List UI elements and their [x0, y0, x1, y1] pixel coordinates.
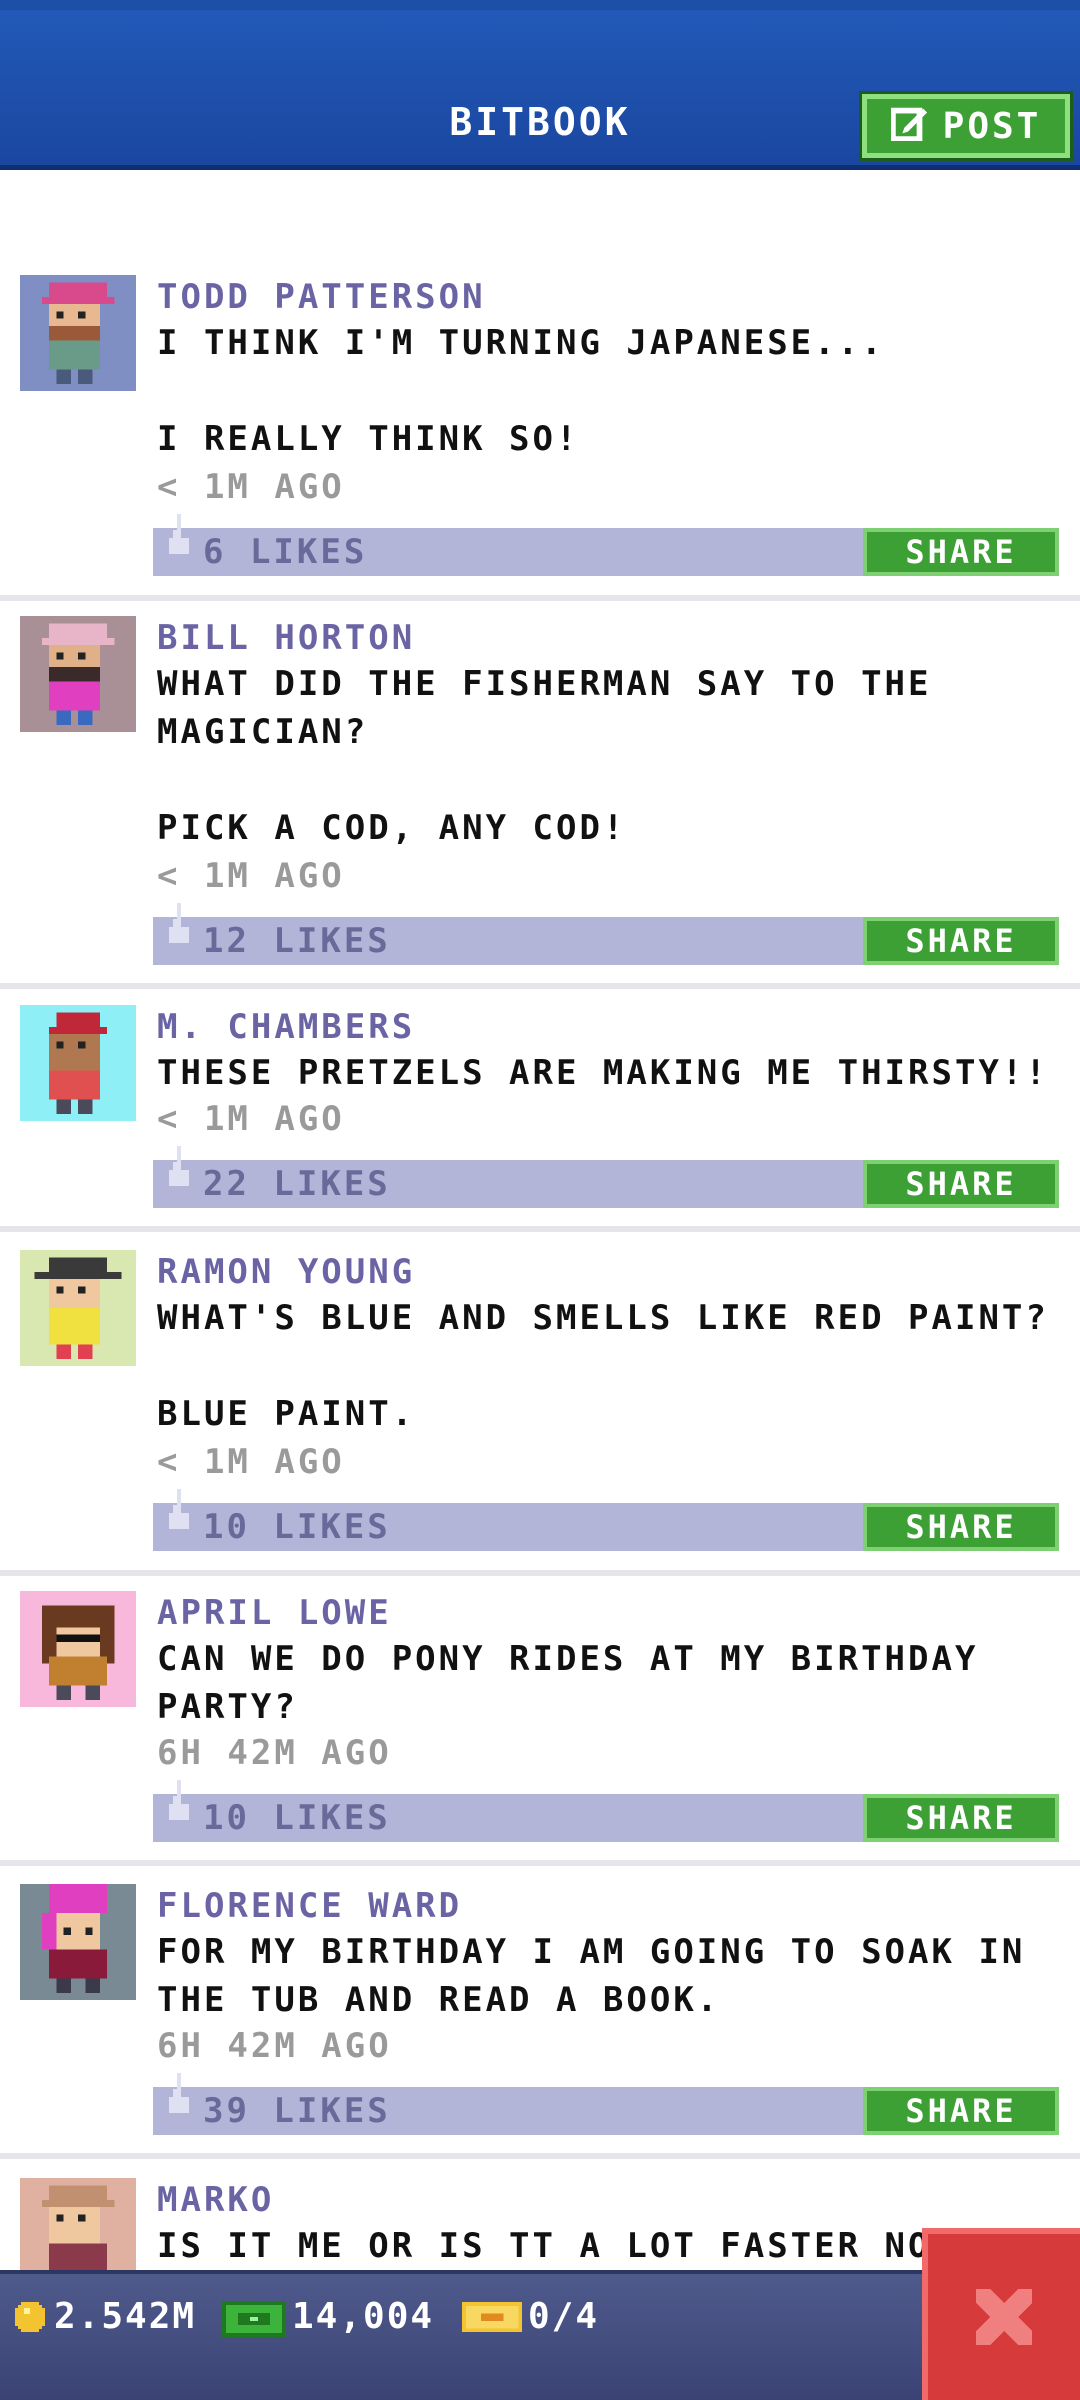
post-time: < 1M AGO	[157, 467, 345, 507]
avatar[interactable]	[20, 1250, 136, 1366]
avatar[interactable]	[20, 275, 136, 391]
like-count: 10 LIKES	[203, 1798, 391, 1838]
like-count: 6 LIKES	[203, 532, 368, 572]
post-author[interactable]: RAMON YOUNG	[157, 1250, 415, 1294]
coins-value: 2.542M	[54, 2296, 197, 2337]
post-button[interactable]: POST	[862, 94, 1070, 158]
like-count: 39 LIKES	[203, 2091, 391, 2131]
divider	[0, 595, 1080, 601]
post-author[interactable]: MARKO	[157, 2178, 274, 2222]
thumbs-up-icon[interactable]	[165, 514, 193, 574]
divider	[0, 1570, 1080, 1576]
post-text: CAN WE DO PONY RIDES AT MY BIRTHDAY PART…	[157, 1639, 979, 1727]
share-button[interactable]: SHARE	[863, 2087, 1059, 2135]
post-text: I THINK I'M TURNING JAPANESE... I REALLY…	[157, 323, 885, 459]
divider	[0, 2153, 1080, 2159]
divider	[0, 1860, 1080, 1866]
post-time: 6H 42M AGO	[157, 1733, 392, 1773]
post-author[interactable]: M. CHAMBERS	[157, 1005, 415, 1049]
news-feed[interactable]: TODD PATTERSON I THINK I'M TURNING JAPAN…	[0, 170, 1080, 2270]
post-button-label: POST	[942, 105, 1042, 147]
thumbs-up-icon[interactable]	[165, 903, 193, 963]
app-header: BITBOOK POST	[0, 0, 1080, 170]
like-bar: 10 LIKES SHARE	[153, 1489, 1059, 1551]
thumbs-up-icon[interactable]	[165, 1146, 193, 1206]
bux-icon	[222, 2300, 286, 2337]
like-bar: 10 LIKES SHARE	[153, 1780, 1059, 1842]
like-count: 12 LIKES	[203, 921, 391, 961]
post-author[interactable]: FLORENCE WARD	[157, 1884, 462, 1928]
bux-value: 14,004	[292, 2296, 435, 2337]
divider	[0, 983, 1080, 989]
avatar[interactable]	[20, 1591, 136, 1707]
share-button[interactable]: SHARE	[863, 917, 1059, 965]
avatar[interactable]	[20, 2178, 136, 2270]
ticket-icon	[462, 2301, 522, 2332]
like-bar: 6 LIKES SHARE	[153, 514, 1059, 576]
share-button[interactable]: SHARE	[863, 1160, 1059, 1208]
divider	[0, 1226, 1080, 1232]
share-button[interactable]: SHARE	[863, 1794, 1059, 1842]
post-text: FOR MY BIRTHDAY I AM GOING TO SOAK IN TH…	[157, 1932, 1026, 2020]
status-bar: 2.542M 14,004 0/4	[0, 2270, 1080, 2400]
avatar[interactable]	[20, 616, 136, 732]
like-count: 10 LIKES	[203, 1507, 391, 1547]
edit-icon	[889, 103, 929, 150]
thumbs-up-icon[interactable]	[165, 1780, 193, 1840]
tickets-value: 0/4	[528, 2296, 600, 2337]
post-time: 6H 42M AGO	[157, 2026, 392, 2066]
post-author[interactable]: BILL HORTON	[157, 616, 415, 660]
avatar[interactable]	[20, 1884, 136, 2000]
post-time: < 1M AGO	[157, 1442, 345, 1482]
post-time: < 1M AGO	[157, 1099, 345, 1139]
like-bar: 12 LIKES SHARE	[153, 903, 1059, 965]
post-author[interactable]: APRIL LOWE	[157, 1591, 392, 1635]
share-button[interactable]: SHARE	[863, 1503, 1059, 1551]
like-count: 22 LIKES	[203, 1164, 391, 1204]
post-text: THESE PRETZELS ARE MAKING ME THIRSTY!!	[157, 1053, 1049, 1093]
avatar[interactable]	[20, 1005, 136, 1121]
like-bar: 22 LIKES SHARE	[153, 1146, 1059, 1208]
post-text: WHAT'S BLUE AND SMELLS LIKE RED PAINT? B…	[157, 1298, 1049, 1434]
close-icon	[976, 2289, 1032, 2345]
close-button[interactable]	[922, 2228, 1080, 2400]
post-time: < 1M AGO	[157, 856, 345, 896]
post-text: WHAT DID THE FISHERMAN SAY TO THE MAGICI…	[157, 664, 932, 848]
thumbs-up-icon[interactable]	[165, 2073, 193, 2133]
tickets-stat: 0/4	[462, 2296, 599, 2337]
like-bar: 39 LIKES SHARE	[153, 2073, 1059, 2135]
bux-stat: 14,004	[222, 2296, 434, 2337]
post-author[interactable]: TODD PATTERSON	[157, 275, 486, 319]
coin-icon	[15, 2301, 45, 2332]
share-button[interactable]: SHARE	[863, 528, 1059, 576]
thumbs-up-icon[interactable]	[165, 1489, 193, 1549]
coins-stat: 2.542M	[12, 2296, 196, 2337]
